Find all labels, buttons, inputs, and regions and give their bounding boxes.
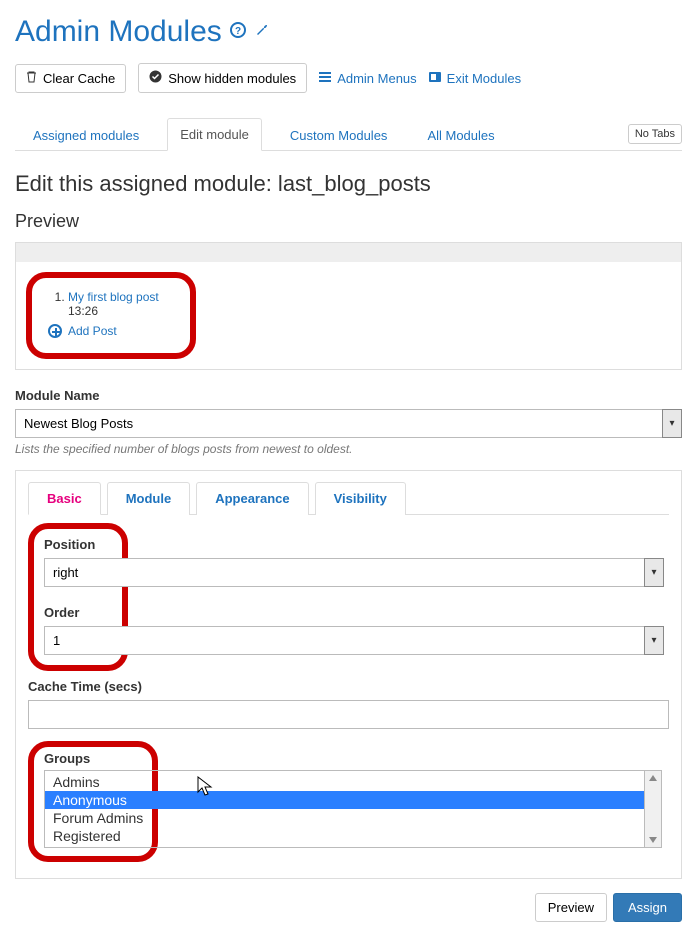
tab-edit-module[interactable]: Edit module [167, 118, 262, 151]
position-order-highlight: Position ▾ Order ▾ [28, 523, 128, 671]
clear-cache-button[interactable]: Clear Cache [15, 64, 126, 93]
groups-label: Groups [44, 751, 142, 766]
preview-highlight: My first blog post 13:26 Add Post [26, 272, 196, 359]
assign-button[interactable]: Assign [613, 893, 682, 922]
tab-module[interactable]: Module [107, 482, 191, 515]
module-name-label: Module Name [15, 388, 682, 403]
tab-all-modules[interactable]: All Modules [415, 120, 506, 151]
module-name-hint: Lists the specified number of blogs post… [15, 442, 682, 456]
tab-appearance[interactable]: Appearance [196, 482, 308, 515]
group-option-forum-admins[interactable]: Forum Admins [45, 809, 644, 827]
module-name-dropdown-icon[interactable]: ▾ [662, 409, 682, 438]
module-name-select[interactable] [15, 409, 662, 438]
menu-icon [319, 71, 331, 85]
preview-post-item: My first blog post 13:26 [68, 290, 174, 318]
order-select[interactable] [44, 626, 644, 655]
tab-assigned-modules[interactable]: Assigned modules [21, 120, 151, 151]
group-option-anonymous[interactable]: Anonymous [45, 791, 644, 809]
preview-post-link[interactable]: My first blog post [68, 290, 159, 304]
wrench-icon[interactable] [254, 22, 270, 43]
group-option-registered[interactable]: Registered [45, 827, 644, 845]
exit-modules-label: Exit Modules [447, 71, 521, 86]
main-tabs: Assigned modules Edit module Custom Modu… [15, 117, 682, 151]
help-icon[interactable]: ? [230, 22, 246, 43]
add-post-label: Add Post [68, 324, 117, 338]
plus-circle-icon [48, 324, 62, 338]
admin-menus-label: Admin Menus [337, 71, 416, 86]
show-hidden-label: Show hidden modules [168, 71, 296, 86]
preview-titlebar [15, 242, 682, 262]
exit-modules-link[interactable]: Exit Modules [429, 71, 521, 86]
page-title-text: Admin Modules [15, 15, 222, 49]
settings-tabs: Basic Module Appearance Visibility [28, 481, 669, 515]
order-label: Order [44, 605, 112, 620]
preview-post-time: 13:26 [68, 304, 98, 318]
groups-scrollbar[interactable] [645, 770, 662, 848]
show-hidden-button[interactable]: Show hidden modules [138, 63, 307, 93]
add-post-link[interactable]: Add Post [48, 324, 117, 338]
groups-listbox[interactable]: Admins Anonymous Forum Admins Registered [44, 770, 645, 848]
order-dropdown-icon[interactable]: ▾ [644, 626, 664, 655]
cache-time-label: Cache Time (secs) [28, 679, 669, 694]
action-button-row: Preview Assign [15, 893, 682, 922]
trash-icon [26, 71, 37, 86]
groups-highlight: Groups Admins Anonymous Forum Admins Reg… [28, 741, 158, 862]
tab-basic[interactable]: Basic [28, 482, 101, 515]
module-settings-panel: Basic Module Appearance Visibility Posit… [15, 470, 682, 879]
preview-heading: Preview [15, 211, 682, 232]
tab-custom-modules[interactable]: Custom Modules [278, 120, 400, 151]
tab-visibility[interactable]: Visibility [315, 482, 406, 515]
admin-menus-link[interactable]: Admin Menus [319, 71, 416, 86]
position-select[interactable] [44, 558, 644, 587]
clear-cache-label: Clear Cache [43, 71, 115, 86]
preview-button[interactable]: Preview [535, 893, 607, 922]
position-label: Position [44, 537, 112, 552]
cache-time-input[interactable] [28, 700, 669, 729]
exit-icon [429, 71, 441, 85]
check-circle-icon [149, 70, 162, 86]
group-option-admins[interactable]: Admins [45, 773, 644, 791]
page-title: Admin Modules ? [15, 15, 682, 49]
top-toolbar: Clear Cache Show hidden modules Admin Me… [15, 63, 682, 93]
edit-heading: Edit this assigned module: last_blog_pos… [15, 171, 682, 197]
position-dropdown-icon[interactable]: ▾ [644, 558, 664, 587]
no-tabs-button[interactable]: No Tabs [628, 124, 682, 144]
svg-text:?: ? [235, 26, 241, 37]
